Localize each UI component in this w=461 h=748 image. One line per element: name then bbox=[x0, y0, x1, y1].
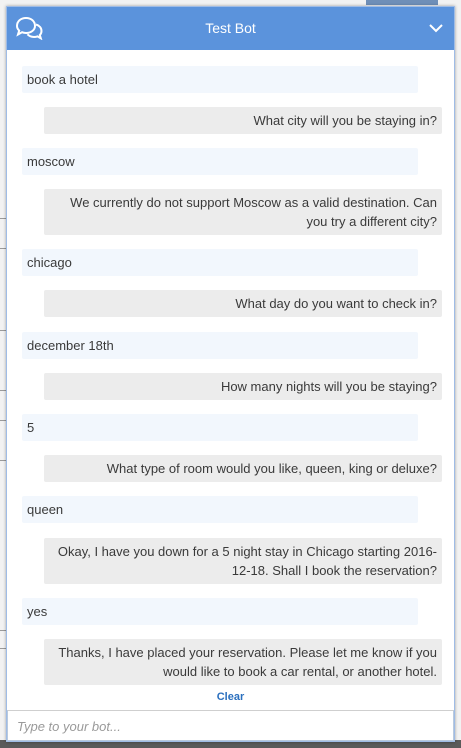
user-message: 5 bbox=[22, 414, 418, 441]
chat-title: Test Bot bbox=[205, 20, 256, 36]
chevron-down-icon[interactable] bbox=[428, 22, 444, 34]
user-message: moscow bbox=[22, 148, 418, 175]
chat-window: Test Bot book a hotel What city will you… bbox=[6, 6, 455, 742]
user-message: queen bbox=[22, 496, 418, 523]
bot-message: What day do you want to check in? bbox=[44, 290, 442, 317]
user-message: yes bbox=[22, 598, 418, 625]
user-message: december 18th bbox=[22, 332, 418, 359]
bot-message: What type of room would you like, queen,… bbox=[44, 455, 442, 482]
message-input-container[interactable] bbox=[7, 710, 454, 741]
bot-message: How many nights will you be staying? bbox=[44, 373, 442, 400]
bot-message: Thanks, I have placed your reservation. … bbox=[44, 639, 442, 685]
bot-message: Okay, I have you down for a 5 night stay… bbox=[44, 538, 442, 584]
clear-button[interactable]: Clear bbox=[7, 691, 454, 703]
background-top-tab bbox=[366, 0, 438, 5]
chat-header: Test Bot bbox=[7, 7, 454, 50]
bot-message: We currently do not support Moscow as a … bbox=[44, 189, 442, 235]
message-list[interactable]: book a hotel What city will you be stayi… bbox=[7, 50, 454, 693]
user-message: chicago bbox=[22, 249, 418, 276]
user-message: book a hotel bbox=[22, 66, 418, 93]
bot-message: What city will you be staying in? bbox=[44, 107, 442, 134]
message-input[interactable] bbox=[17, 718, 437, 734]
